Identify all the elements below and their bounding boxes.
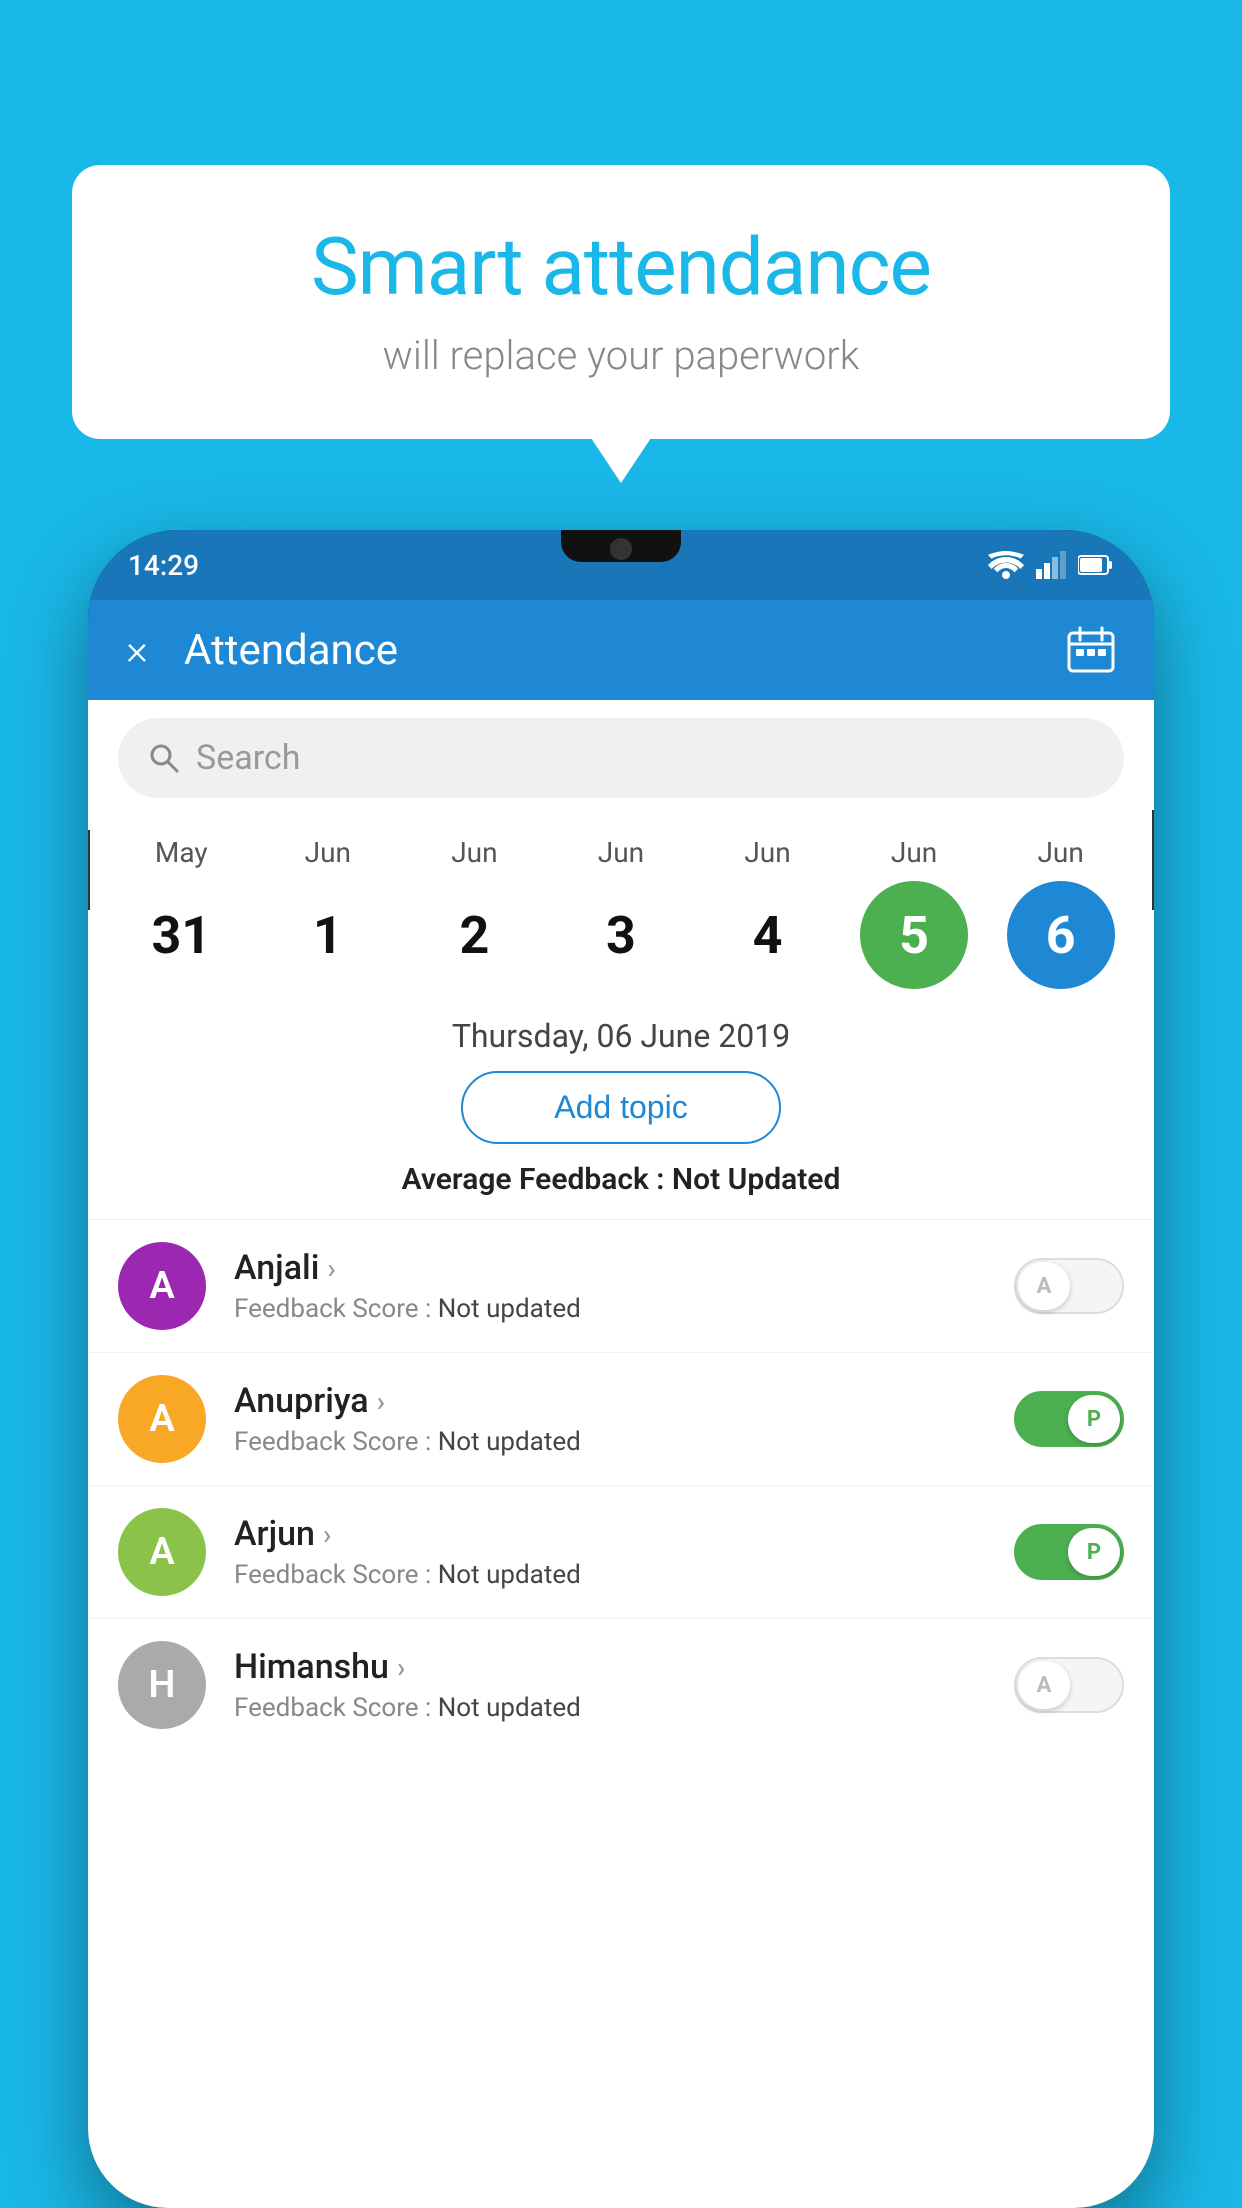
toggle-knob-0: A [1018, 1262, 1070, 1310]
screen-content: Search May 31 Jun 1 Jun 2 Jun 3 Jun 4 Jun 5 Jun 6 Thu… [88, 700, 1154, 2208]
volume-button [88, 830, 90, 910]
wifi-icon [988, 551, 1024, 579]
cal-month-3: Jun [598, 836, 644, 869]
search-placeholder: Search [196, 738, 300, 778]
cal-day-1[interactable]: 1 [274, 881, 382, 989]
phone-frame: 14:29 × At [88, 530, 1154, 2208]
student-info-3: Himanshu › Feedback Score : Not updated [234, 1647, 1014, 1723]
cal-day-0[interactable]: 31 [127, 881, 235, 989]
speech-bubble-title: Smart attendance [132, 220, 1110, 314]
cal-col-5[interactable]: Jun 5 [849, 836, 979, 989]
signal-icon [1036, 551, 1066, 579]
cal-col-6[interactable]: Jun 6 [996, 836, 1126, 989]
search-bar: Search [88, 700, 1154, 816]
attendance-toggle-3[interactable]: A [1014, 1657, 1124, 1713]
close-button[interactable]: × [126, 626, 148, 675]
cal-col-0[interactable]: May 31 [116, 836, 246, 989]
toggle-knob-3: A [1018, 1661, 1070, 1709]
student-avatar-3: H [118, 1641, 206, 1729]
student-row-0: AAnjali ›Feedback Score : Not updatedA [88, 1219, 1154, 1352]
search-icon [148, 742, 180, 774]
cal-day-3[interactable]: 3 [567, 881, 675, 989]
speech-bubble-subtitle: will replace your paperwork [132, 332, 1110, 379]
cal-day-5[interactable]: 5 [860, 881, 968, 989]
student-avatar-2: A [118, 1508, 206, 1596]
student-info-1: Anupriya › Feedback Score : Not updated [234, 1381, 1014, 1457]
toggle-knob-2: P [1068, 1528, 1120, 1576]
cal-month-4: Jun [744, 836, 790, 869]
toggle-track-0: A [1014, 1258, 1124, 1314]
attendance-toggle-1[interactable]: P [1014, 1391, 1124, 1447]
student-name-2[interactable]: Arjun › [234, 1514, 1014, 1554]
toggle-track-2: P [1014, 1524, 1124, 1580]
app-title: Attendance [184, 626, 1066, 675]
cal-month-2: Jun [451, 836, 497, 869]
selected-date: Thursday, 06 June 2019 [88, 989, 1154, 1071]
student-avatar-1: A [118, 1375, 206, 1463]
chevron-right-icon: › [377, 1385, 385, 1418]
add-topic-button[interactable]: Add topic [461, 1071, 781, 1144]
cal-month-0: May [155, 836, 208, 869]
app-bar: × Attendance [88, 600, 1154, 700]
student-name-0[interactable]: Anjali › [234, 1248, 1014, 1288]
cal-day-4[interactable]: 4 [714, 881, 822, 989]
status-icons [988, 551, 1114, 579]
student-feedback-2: Feedback Score : Not updated [234, 1560, 1014, 1590]
toggle-knob-1: P [1068, 1395, 1120, 1443]
chevron-right-icon: › [323, 1518, 331, 1551]
cal-col-4[interactable]: Jun 4 [703, 836, 833, 989]
student-list: AAnjali ›Feedback Score : Not updatedAAA… [88, 1219, 1154, 1751]
status-time: 14:29 [128, 549, 199, 582]
average-feedback: Average Feedback : Not Updated [88, 1162, 1154, 1197]
toggle-track-1: P [1014, 1391, 1124, 1447]
avg-feedback-value: Not Updated [672, 1162, 840, 1197]
cal-day-2[interactable]: 2 [420, 881, 528, 989]
student-name-1[interactable]: Anupriya › [234, 1381, 1014, 1421]
phone-camera [610, 538, 632, 560]
student-feedback-0: Feedback Score : Not updated [234, 1294, 1014, 1324]
battery-icon [1078, 554, 1114, 576]
calendar-icon[interactable] [1066, 626, 1116, 674]
chevron-right-icon: › [397, 1651, 405, 1684]
search-input-wrap[interactable]: Search [118, 718, 1124, 798]
toggle-track-3: A [1014, 1657, 1124, 1713]
cal-col-1[interactable]: Jun 1 [263, 836, 393, 989]
student-feedback-1: Feedback Score : Not updated [234, 1427, 1014, 1457]
student-name-3[interactable]: Himanshu › [234, 1647, 1014, 1687]
student-info-2: Arjun › Feedback Score : Not updated [234, 1514, 1014, 1590]
attendance-toggle-2[interactable]: P [1014, 1524, 1124, 1580]
cal-month-6: Jun [1037, 836, 1083, 869]
student-info-0: Anjali › Feedback Score : Not updated [234, 1248, 1014, 1324]
student-row-1: A Anupriya › Feedback Score : Not updated P [88, 1352, 1154, 1485]
power-button [1152, 810, 1154, 910]
cal-month-5: Jun [891, 836, 937, 869]
speech-bubble: Smart attendance will replace your paper… [72, 165, 1170, 439]
attendance-toggle-0[interactable]: A [1014, 1258, 1124, 1314]
cal-col-2[interactable]: Jun 2 [409, 836, 539, 989]
cal-month-1: Jun [305, 836, 351, 869]
phone-notch [561, 530, 681, 562]
student-avatar-0: A [118, 1242, 206, 1330]
student-feedback-3: Feedback Score : Not updated [234, 1693, 1014, 1723]
avg-feedback-label: Average Feedback : [402, 1162, 665, 1197]
cal-day-6[interactable]: 6 [1007, 881, 1115, 989]
student-row-2: A Arjun › Feedback Score : Not updated P [88, 1485, 1154, 1618]
student-row-3: H Himanshu › Feedback Score : Not updatedA [88, 1618, 1154, 1751]
cal-col-3[interactable]: Jun 3 [556, 836, 686, 989]
chevron-right-icon: › [327, 1252, 335, 1285]
calendar-strip: May 31 Jun 1 Jun 2 Jun 3 Jun 4 Jun 5 Jun 6 [88, 816, 1154, 989]
